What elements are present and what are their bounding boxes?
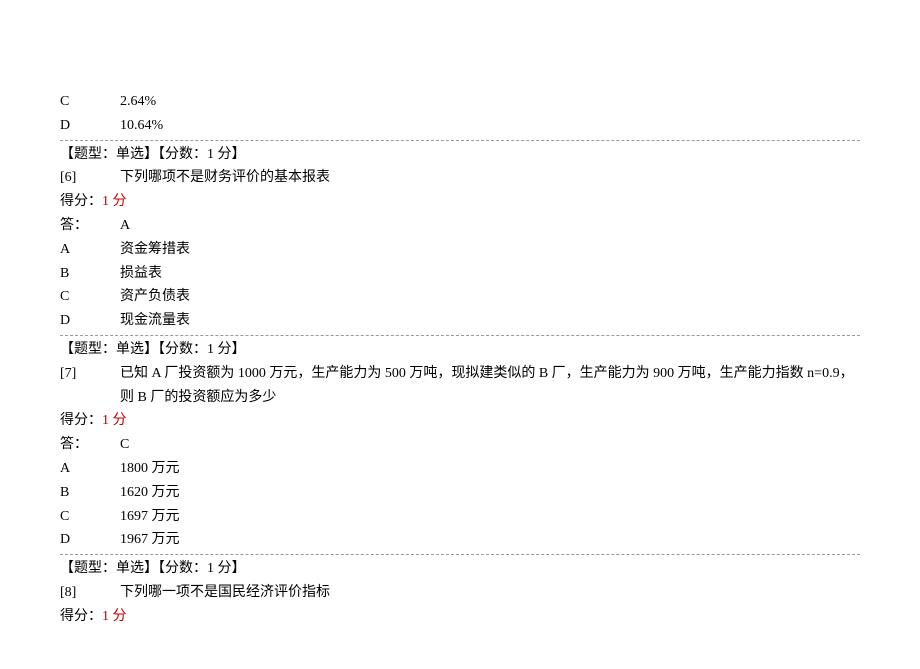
question-stem: 下列哪项不是财务评价的基本报表 <box>120 166 860 190</box>
section-divider <box>60 335 860 336</box>
score-label: 得分： <box>60 409 102 433</box>
answer-row: 答： A <box>60 214 860 238</box>
question-stem: 下列哪一项不是国民经济评价指标 <box>120 581 860 605</box>
option-letter: D <box>60 528 120 552</box>
option-letter: B <box>60 481 120 505</box>
answer-label: 答： <box>60 214 120 238</box>
header-text: 【题型：单选】【分数：1 分】 <box>60 143 246 167</box>
score-value: 1 分 <box>102 605 127 629</box>
option-text: 资金筹措表 <box>120 238 860 262</box>
answer-label: 答： <box>60 433 120 457</box>
score-row: 得分： 1 分 <box>60 605 860 629</box>
answer-value: C <box>120 433 860 457</box>
option-letter: C <box>60 285 120 309</box>
option-text: 损益表 <box>120 262 860 286</box>
option-text: 现金流量表 <box>120 309 860 333</box>
question-stem-row: [7] 已知 A 厂投资额为 1000 万元，生产能力为 500 万吨，现拟建类… <box>60 362 860 410</box>
option-row: C 资产负债表 <box>60 285 860 309</box>
option-letter: A <box>60 238 120 262</box>
header-text: 【题型：单选】【分数：1 分】 <box>60 338 246 362</box>
option-row: D 现金流量表 <box>60 309 860 333</box>
score-value: 1 分 <box>102 190 127 214</box>
option-letter: D <box>60 309 120 333</box>
option-text: 1967 万元 <box>120 528 860 552</box>
option-text: 1620 万元 <box>120 481 860 505</box>
option-letter: C <box>60 90 120 114</box>
question-header: 【题型：单选】【分数：1 分】 <box>60 338 860 362</box>
section-divider <box>60 554 860 555</box>
option-row: B 1620 万元 <box>60 481 860 505</box>
option-text: 1697 万元 <box>120 505 860 529</box>
option-letter: A <box>60 457 120 481</box>
option-text: 10.64% <box>120 114 860 138</box>
question-number: [8] <box>60 581 120 605</box>
option-row: B 损益表 <box>60 262 860 286</box>
question-number: [7] <box>60 362 120 386</box>
score-label: 得分： <box>60 190 102 214</box>
score-row: 得分： 1 分 <box>60 190 860 214</box>
option-text: 1800 万元 <box>120 457 860 481</box>
score-label: 得分： <box>60 605 102 629</box>
option-text: 2.64% <box>120 90 860 114</box>
question-header: 【题型：单选】【分数：1 分】 <box>60 557 860 581</box>
option-row: C 1697 万元 <box>60 505 860 529</box>
option-letter: C <box>60 505 120 529</box>
score-row: 得分： 1 分 <box>60 409 860 433</box>
option-row: A 1800 万元 <box>60 457 860 481</box>
question-stem: 已知 A 厂投资额为 1000 万元，生产能力为 500 万吨，现拟建类似的 B… <box>120 362 860 410</box>
answer-value: A <box>120 214 860 238</box>
question-stem-row: [8] 下列哪一项不是国民经济评价指标 <box>60 581 860 605</box>
option-letter: B <box>60 262 120 286</box>
question-number: [6] <box>60 166 120 190</box>
header-text: 【题型：单选】【分数：1 分】 <box>60 557 246 581</box>
section-divider <box>60 140 860 141</box>
answer-row: 答： C <box>60 433 860 457</box>
question-stem-row: [6] 下列哪项不是财务评价的基本报表 <box>60 166 860 190</box>
option-row: C 2.64% <box>60 90 860 114</box>
score-value: 1 分 <box>102 409 127 433</box>
option-letter: D <box>60 114 120 138</box>
option-row: A 资金筹措表 <box>60 238 860 262</box>
option-text: 资产负债表 <box>120 285 860 309</box>
option-row: D 10.64% <box>60 114 860 138</box>
option-row: D 1967 万元 <box>60 528 860 552</box>
question-header: 【题型：单选】【分数：1 分】 <box>60 143 860 167</box>
